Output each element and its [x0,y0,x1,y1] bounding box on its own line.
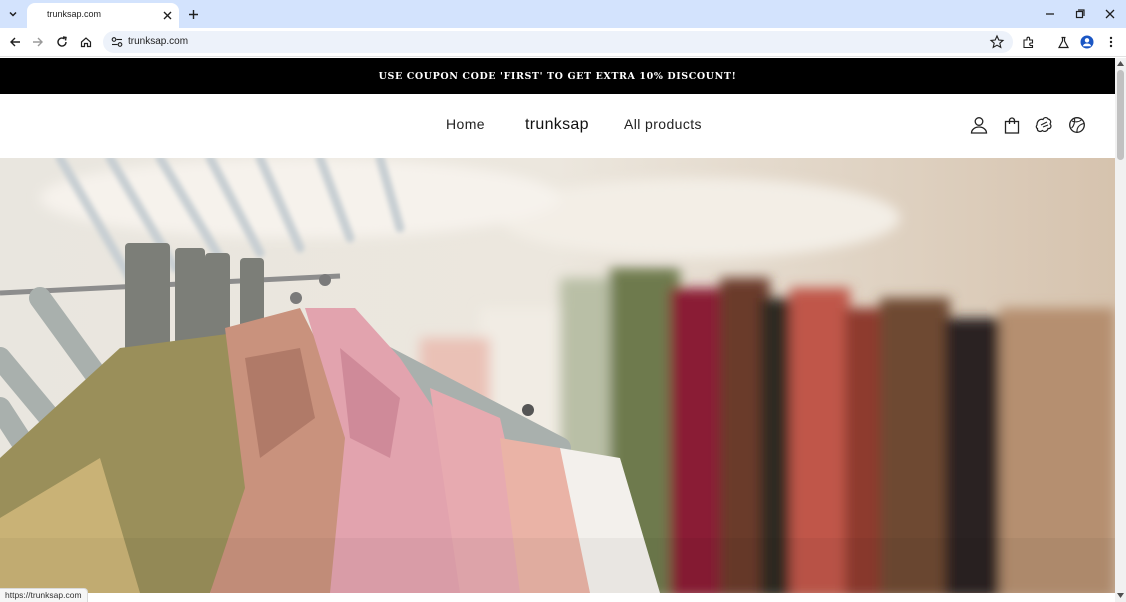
scroll-down-button[interactable] [1117,592,1124,599]
bookmark-star-icon[interactable] [989,34,1005,50]
site-header: Home trunksap All products [0,94,1115,158]
profile-button[interactable] [1077,32,1097,52]
puzzle-piece-icon [1022,36,1033,48]
chevron-down-icon [9,11,17,17]
browser-menu-button[interactable] [1101,32,1121,52]
more-vertical-icon [1109,36,1113,48]
new-tab-button[interactable] [184,5,202,23]
restore-button[interactable] [1070,4,1090,24]
nav-link-home[interactable]: Home [446,116,485,132]
plus-icon [188,9,198,19]
clothing-rack-photo [0,158,1115,593]
page-viewport: USE COUPON CODE 'FIRST' TO GET EXTRA 10%… [0,58,1115,593]
scrollbar-thumb[interactable] [1117,70,1124,160]
language-button[interactable] [1066,114,1088,136]
back-button[interactable] [5,32,25,52]
flask-icon [1057,36,1069,48]
cart-button[interactable] [1001,114,1023,136]
site-logo[interactable]: trunksap [525,116,589,134]
home-icon [80,37,92,48]
shopping-bag-icon [1004,116,1020,134]
url-text: trunksap.com [128,36,189,47]
close-icon [1105,9,1115,19]
account-icon [970,117,988,134]
caret-up-icon [1117,61,1124,66]
puzzle-icon [1035,116,1052,133]
account-button[interactable] [968,114,990,136]
browser-tab-active[interactable]: trunksap.com [27,3,179,28]
announcement-text: USE COUPON CODE 'FIRST' TO GET EXTRA 10%… [378,70,737,82]
address-bar[interactable]: trunksap.com [103,31,1013,53]
page-scrollbar[interactable] [1115,58,1126,602]
browser-toolbar: trunksap.com [0,28,1126,57]
browser-tabstrip: trunksap.com [0,0,1126,28]
tab-close-button[interactable] [159,7,175,23]
hero-banner [0,158,1115,593]
home-button[interactable] [76,32,96,52]
caret-down-icon [1117,593,1124,598]
reload-icon [57,36,67,47]
reload-button[interactable] [52,32,72,52]
scroll-up-button[interactable] [1117,60,1124,67]
globe-icon [1069,117,1085,133]
tab-search-button[interactable] [4,5,22,23]
arrow-left-icon [10,37,20,47]
nav-link-all-products[interactable]: All products [624,116,702,132]
restore-icon [1075,9,1085,19]
minimize-button[interactable] [1040,4,1060,24]
tab-title: trunksap.com [47,9,102,19]
minimize-icon [1046,13,1054,15]
extensions-button[interactable] [1018,32,1038,52]
page-bottom-edge [0,593,1115,602]
forward-button[interactable] [28,32,48,52]
wishlist-button[interactable] [1033,114,1055,136]
avatar-icon [1080,35,1094,49]
announcement-bar: USE COUPON CODE 'FIRST' TO GET EXTRA 10%… [0,58,1115,94]
status-bar-url: https://trunksap.com [0,588,88,602]
arrow-right-icon [33,37,43,47]
close-icon [163,11,171,19]
site-info-icon[interactable] [110,35,124,49]
labs-button[interactable] [1053,32,1073,52]
close-window-button[interactable] [1100,4,1120,24]
